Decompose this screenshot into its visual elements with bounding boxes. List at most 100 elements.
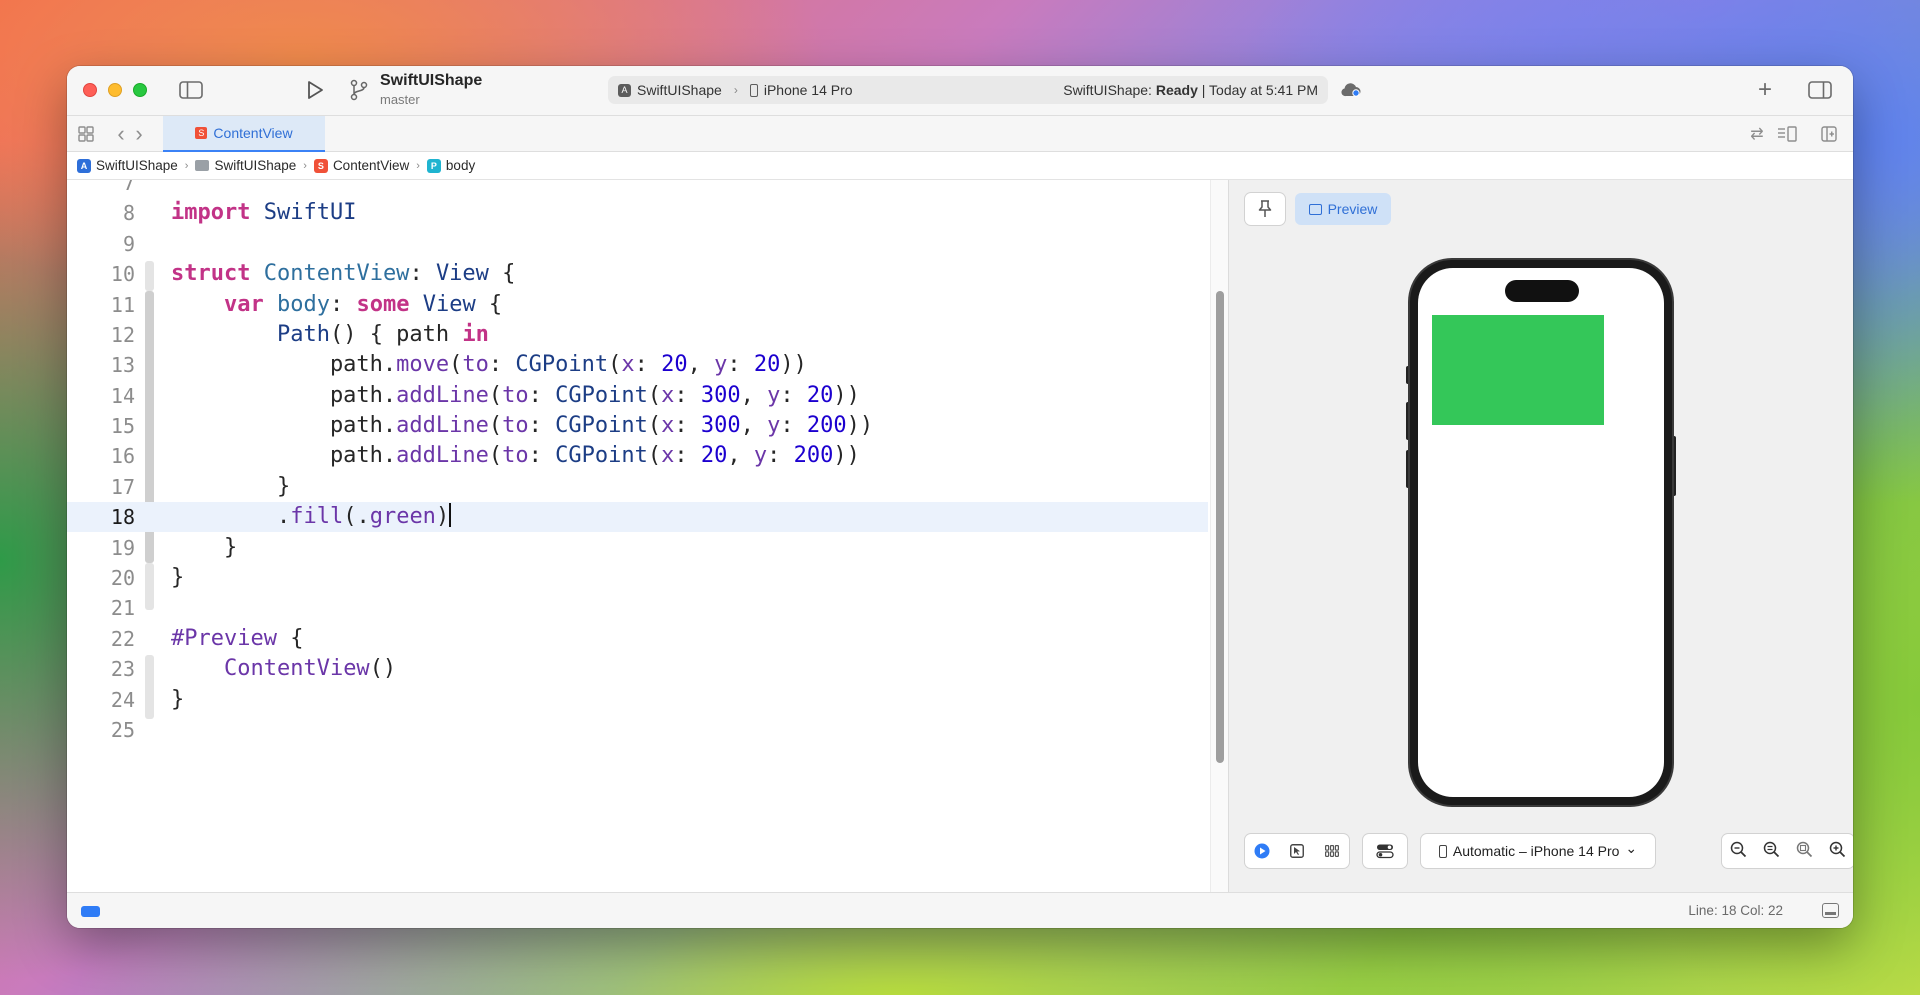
debug-area-toggle-icon[interactable]: [1822, 903, 1839, 918]
run-button[interactable]: [303, 78, 327, 102]
close-window-button[interactable]: [83, 83, 97, 97]
code-line[interactable]: 8 import SwiftUI: [67, 198, 1208, 228]
line-number[interactable]: 17: [67, 472, 135, 502]
code-line[interactable]: 15 path.addLine(to: CGPoint(x: 300, y: 2…: [67, 411, 1208, 441]
preview-button[interactable]: Preview: [1295, 193, 1391, 225]
zoom-to-fit-icon[interactable]: [1796, 841, 1813, 862]
code-line[interactable]: 17 }: [67, 472, 1208, 502]
zoom-in-icon[interactable]: [1829, 841, 1846, 862]
line-number[interactable]: 23: [67, 654, 135, 684]
branch-name[interactable]: master: [380, 92, 420, 107]
line-number[interactable]: 7: [67, 180, 135, 198]
code-text[interactable]: path.addLine(to: CGPoint(x: 20, y: 200)): [171, 441, 860, 471]
code-text[interactable]: #Preview {: [171, 624, 303, 654]
selectable-mode-icon[interactable]: [1286, 840, 1308, 862]
line-number[interactable]: 25: [67, 715, 135, 745]
code-line[interactable]: 20}: [67, 563, 1208, 593]
code-text[interactable]: }: [171, 472, 290, 502]
line-number[interactable]: 13: [67, 350, 135, 380]
line-number[interactable]: 21: [67, 593, 135, 623]
code-line[interactable]: 25: [67, 715, 1208, 745]
editor-options-icon[interactable]: [1777, 125, 1797, 143]
code-line[interactable]: 19 }: [67, 533, 1208, 563]
line-number[interactable]: 8: [67, 198, 135, 228]
add-button[interactable]: +: [1753, 76, 1777, 103]
line-number[interactable]: 18: [67, 502, 135, 532]
source-editor[interactable]: 7 8 import SwiftUI 9 10 struct ContentView: V…: [67, 180, 1208, 892]
zoom-100-icon[interactable]: [1763, 841, 1780, 862]
navigator-toggle-icon[interactable]: [178, 79, 204, 101]
code-line[interactable]: 12 Path() { path in: [67, 320, 1208, 350]
line-number[interactable]: 19: [67, 533, 135, 563]
code-line[interactable]: 11 var body: some View {: [67, 290, 1208, 320]
cloud-sync-icon[interactable]: [1339, 80, 1363, 100]
code-line[interactable]: 7: [67, 180, 1208, 198]
forward-icon[interactable]: ›: [129, 121, 149, 146]
code-text[interactable]: }: [171, 533, 237, 563]
code-text[interactable]: path.addLine(to: CGPoint(x: 300, y: 20)): [171, 381, 860, 411]
line-number[interactable]: 11: [67, 290, 135, 320]
zoom-out-icon[interactable]: [1730, 841, 1747, 862]
line-number[interactable]: 24: [67, 685, 135, 715]
code-text[interactable]: }: [171, 563, 184, 593]
add-editor-icon[interactable]: [1819, 125, 1839, 143]
line-number[interactable]: 9: [67, 229, 135, 259]
minimize-window-button[interactable]: [108, 83, 122, 97]
tab-contentview[interactable]: S ContentView: [163, 116, 325, 152]
line-number[interactable]: 10: [67, 259, 135, 289]
live-mode-icon[interactable]: [1251, 840, 1273, 862]
code-line[interactable]: 22 #Preview {: [67, 624, 1208, 654]
zoom-window-button[interactable]: [133, 83, 147, 97]
line-number[interactable]: 20: [67, 563, 135, 593]
line-number[interactable]: 15: [67, 411, 135, 441]
inspector-toggle-icon[interactable]: [1807, 79, 1833, 101]
build-status: SwiftUIShape: Ready | Today at 5:41 PM: [1063, 82, 1318, 98]
code-line[interactable]: 13 path.move(to: CGPoint(x: 20, y: 20)): [67, 350, 1208, 380]
code-text[interactable]: .fill(.green): [171, 502, 452, 532]
editor-scrollbar[interactable]: [1210, 180, 1228, 892]
swap-editor-icon[interactable]: ⇄: [1747, 125, 1767, 143]
device-icon: [749, 83, 758, 97]
variants-grid-icon[interactable]: [1321, 840, 1343, 862]
related-items-grid-icon[interactable]: [76, 125, 96, 143]
code-text[interactable]: }: [171, 685, 184, 715]
code-text[interactable]: import SwiftUI: [171, 198, 356, 228]
jumpbar-item-file[interactable]: S ContentView: [313, 158, 409, 173]
device-picker[interactable]: Automatic – iPhone 14 Pro ⌄: [1421, 834, 1655, 868]
code-line[interactable]: 18 .fill(.green): [67, 502, 1208, 532]
code-line[interactable]: 14 path.addLine(to: CGPoint(x: 300, y: 2…: [67, 381, 1208, 411]
code-line[interactable]: 23 ContentView(): [67, 654, 1208, 684]
swift-file-icon: S: [195, 127, 208, 139]
line-number[interactable]: 16: [67, 441, 135, 471]
code-line[interactable]: 9: [67, 229, 1208, 259]
code-line[interactable]: 21: [67, 593, 1208, 623]
line-number[interactable]: 14: [67, 381, 135, 411]
code-text[interactable]: ContentView(): [171, 654, 396, 684]
green-path-shape: [1432, 315, 1604, 425]
code-line[interactable]: 10 struct ContentView: View {: [67, 259, 1208, 289]
code-line[interactable]: 16 path.addLine(to: CGPoint(x: 20, y: 20…: [67, 441, 1208, 471]
project-title[interactable]: SwiftUIShape: [380, 72, 482, 90]
code-text[interactable]: path.addLine(to: CGPoint(x: 300, y: 200)…: [171, 411, 873, 441]
property-icon: P: [426, 158, 441, 173]
jumpbar-item-symbol[interactable]: P body: [426, 158, 475, 173]
code-text[interactable]: var body: some View {: [171, 290, 502, 320]
code-text[interactable]: path.move(to: CGPoint(x: 20, y: 20)): [171, 350, 807, 380]
device-settings-button[interactable]: [1363, 834, 1407, 868]
line-number[interactable]: 12: [67, 320, 135, 350]
line-number[interactable]: 22: [67, 624, 135, 654]
scheme-selector[interactable]: A SwiftUIShape › iPhone 14 Pro: [618, 82, 853, 98]
phone-screen[interactable]: [1418, 268, 1664, 797]
iphone-device-frame: [1410, 260, 1672, 805]
jumpbar-item-project[interactable]: A SwiftUIShape: [77, 158, 178, 173]
back-icon[interactable]: ‹: [111, 121, 131, 146]
code-line[interactable]: 24}: [67, 685, 1208, 715]
branch-icon: [349, 78, 369, 102]
zoom-controls: [1722, 834, 1853, 868]
pin-icon[interactable]: [1245, 193, 1285, 225]
jumpbar-item-folder[interactable]: SwiftUIShape: [195, 158, 296, 173]
scrollbar-thumb[interactable]: [1216, 291, 1224, 763]
code-text[interactable]: struct ContentView: View {: [171, 259, 515, 289]
code-text[interactable]: Path() { path in: [171, 320, 489, 350]
filter-tag-icon[interactable]: [81, 906, 100, 917]
